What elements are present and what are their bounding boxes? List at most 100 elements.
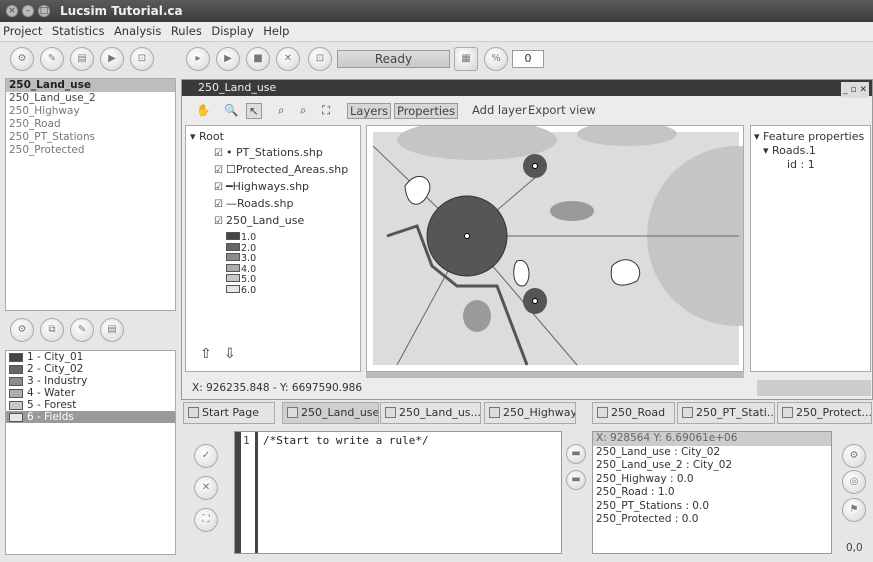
tab-protected[interactable]: 250_Protect... xyxy=(777,402,872,424)
map-toolbar: ✋ 🔍 ↖ ⌕ ⌕ ⛶ Layers Properties Add layer … xyxy=(182,98,872,122)
legend-item[interactable]: 5 - Forest xyxy=(6,399,175,411)
layer-item[interactable]: 250_PT_Stations xyxy=(6,131,175,144)
legend-item[interactable]: 2 - City_02 xyxy=(6,363,175,375)
rule-editor[interactable]: 1 /*Start to write a rule*/ xyxy=(234,431,562,554)
menu-help[interactable]: Help xyxy=(260,22,292,40)
comment-icon[interactable]: ▬ xyxy=(566,444,586,464)
status-indicator: Ready xyxy=(337,50,450,68)
map-drawing xyxy=(372,120,827,366)
tree-layer-item[interactable]: ☑ ☐Protected_Areas.shp xyxy=(214,163,348,176)
run-icon[interactable]: ▶ xyxy=(216,47,240,71)
tree-layer-item[interactable]: ☑ 250_Land_use xyxy=(214,214,304,227)
step-back-icon[interactable]: ▸ xyxy=(186,47,210,71)
menu-statistics[interactable]: Statistics xyxy=(49,22,108,40)
export-icon[interactable]: ⊡ xyxy=(130,47,154,71)
add-layer-button[interactable]: Add layer xyxy=(472,103,527,117)
tab-land-use-2[interactable]: 250_Land_us... xyxy=(380,402,481,424)
legend-item[interactable]: 3 - Industry xyxy=(6,375,175,387)
delete-icon[interactable]: ▤ xyxy=(100,318,124,342)
feature-properties-header[interactable]: ▾ Feature properties xyxy=(754,130,864,143)
tab-pt-stations[interactable]: 250_PT_Stati... xyxy=(677,402,775,424)
close-window-icon[interactable]: × xyxy=(6,5,18,17)
validate-icon[interactable]: ✓ xyxy=(194,444,218,468)
tree-root[interactable]: ▾ Root xyxy=(190,130,224,143)
settings-icon[interactable]: ⚙ xyxy=(10,47,34,71)
maximize-window-icon[interactable]: □ xyxy=(38,5,50,17)
window-controls-icon[interactable]: _ ▫ ✕ xyxy=(841,82,869,98)
cursor-coordinates: X: 928564 Y: 6.69061e+06 xyxy=(593,432,831,446)
move-down-icon[interactable]: ⇩ xyxy=(224,346,236,362)
map-scrollbar[interactable] xyxy=(366,372,744,378)
delete-icon[interactable]: ▤ xyxy=(70,47,94,71)
menu-rules[interactable]: Rules xyxy=(168,22,205,40)
layer-item[interactable]: 250_Road xyxy=(6,118,175,131)
line-number: 1 xyxy=(243,434,250,447)
zoom-out-icon[interactable]: ⌕ xyxy=(300,103,306,118)
legend-swatch xyxy=(9,364,23,374)
layers-toggle[interactable]: Layers xyxy=(347,103,392,119)
layer-item[interactable]: 250_Land_use_2 xyxy=(6,92,175,105)
layer-item[interactable]: 250_Land_use xyxy=(6,79,175,92)
cancel-icon[interactable]: ✕ xyxy=(276,47,300,71)
map-canvas[interactable] xyxy=(366,120,827,372)
settings-icon[interactable]: ⚙ xyxy=(10,318,34,342)
checkbox-icon[interactable]: ☑ xyxy=(214,216,223,227)
checkbox-icon[interactable]: ☑ xyxy=(214,182,223,193)
percent-icon[interactable]: % xyxy=(484,47,508,71)
tab-road[interactable]: 250_Road xyxy=(592,402,675,424)
legend-item[interactable]: 4 - Water xyxy=(6,387,175,399)
edit-icon[interactable]: ✎ xyxy=(70,318,94,342)
record-icon[interactable]: ⊡ xyxy=(308,47,332,71)
export-view-button[interactable]: Export view xyxy=(528,103,596,117)
feature-item[interactable]: ▾ Roads.1 xyxy=(763,144,816,157)
code-line[interactable]: /*Start to write a rule*/ xyxy=(263,434,429,447)
layer-item[interactable]: 250_Highway xyxy=(6,105,175,118)
info-row: 250_Protected : 0.0 xyxy=(596,513,699,525)
industry-area xyxy=(463,300,491,332)
flag-icon[interactable]: ⚑ xyxy=(842,498,866,522)
clear-icon[interactable]: ✕ xyxy=(194,476,218,500)
map-icon xyxy=(489,407,500,418)
checkbox-icon[interactable]: ☑ xyxy=(214,199,223,210)
corner-value: 0,0 xyxy=(846,542,863,554)
copy-icon[interactable]: ⧉ xyxy=(40,318,64,342)
station-point xyxy=(532,163,538,169)
legend-item[interactable]: 1 - City_01 xyxy=(6,351,175,363)
checkbox-icon[interactable]: ☑ xyxy=(214,148,223,159)
properties-toggle[interactable]: Properties xyxy=(394,103,459,119)
info-row: 250_Road : 1.0 xyxy=(596,486,675,498)
info-row: 250_PT_Stations : 0.0 xyxy=(596,499,709,512)
grid-icon[interactable]: ▦ xyxy=(454,47,478,71)
pan-icon[interactable]: ✋ xyxy=(196,103,210,117)
stop-icon[interactable]: ■ xyxy=(246,47,270,71)
fit-extent-icon[interactable]: ⛶ xyxy=(322,103,330,118)
target-icon[interactable]: ◎ xyxy=(842,470,866,494)
tab-highway[interactable]: 250_Highway xyxy=(484,402,576,424)
tree-layer-item[interactable]: ☑ • PT_Stations.shp xyxy=(214,146,323,159)
minimize-window-icon[interactable]: – xyxy=(22,5,34,17)
layer-item[interactable]: 250_Protected xyxy=(6,144,175,157)
tab-start-page[interactable]: Start Page xyxy=(183,402,275,424)
legend-item[interactable]: 6 - Fields xyxy=(6,411,175,423)
comment-icon[interactable]: ▬ xyxy=(566,470,586,490)
iteration-input[interactable]: 0 xyxy=(512,50,544,68)
zoom-in-icon[interactable]: ⌕ xyxy=(278,103,284,118)
select-arrow-icon[interactable]: ↖ xyxy=(246,103,262,119)
tree-layer-item[interactable]: ☑ —Roads.shp xyxy=(214,197,293,210)
settings-icon[interactable]: ⚙ xyxy=(842,444,866,468)
tree-layer-item[interactable]: ☑ ━Highways.shp xyxy=(214,180,309,193)
edit-icon[interactable]: ✎ xyxy=(40,47,64,71)
protected-area xyxy=(610,259,641,286)
expand-icon[interactable]: ⛶ xyxy=(194,508,218,532)
legend-panel: 1 - City_01 2 - City_02 3 - Industry 4 -… xyxy=(5,350,176,555)
checkbox-icon[interactable]: ☑ xyxy=(214,165,223,176)
move-up-icon[interactable]: ⇧ xyxy=(200,346,212,362)
legend-swatch xyxy=(9,376,23,386)
tab-land-use[interactable]: 250_Land_use xyxy=(282,402,379,424)
menu-analysis[interactable]: Analysis xyxy=(111,22,164,40)
layers-list: 250_Land_use 250_Land_use_2 250_Highway … xyxy=(5,78,176,311)
zoom-icon[interactable]: 🔍 xyxy=(224,103,238,117)
menu-display[interactable]: Display xyxy=(208,22,256,40)
play-icon[interactable]: ▶ xyxy=(100,47,124,71)
menu-project[interactable]: Project xyxy=(0,22,45,40)
